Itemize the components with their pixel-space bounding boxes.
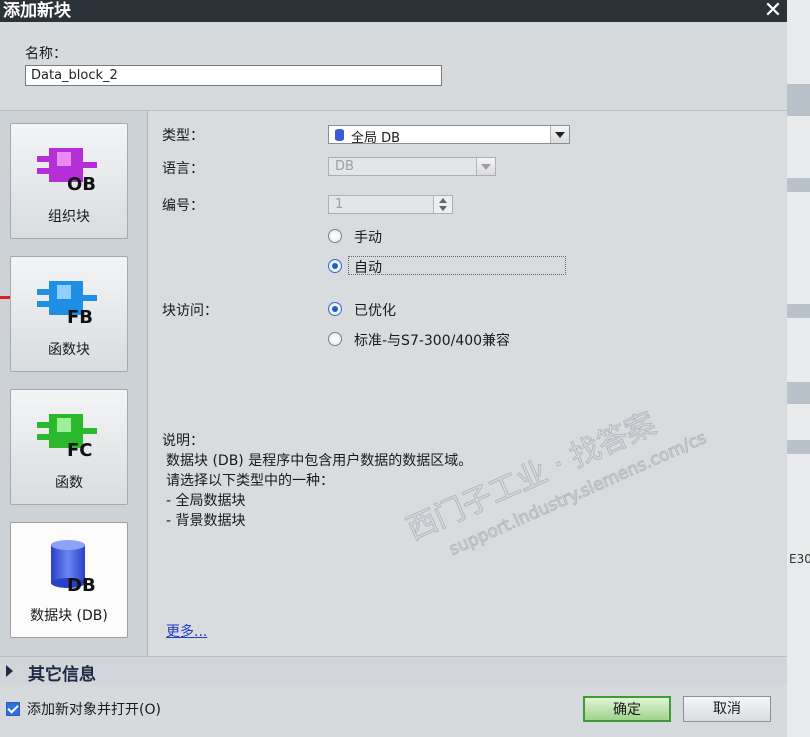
number-auto-radio[interactable] [328, 259, 342, 273]
block-type-fb-label: 函数块 [48, 342, 90, 358]
add-and-open-checkbox[interactable] [6, 702, 20, 716]
fb-badge: FB [67, 307, 93, 328]
cancel-button[interactable]: 取消 [683, 696, 771, 722]
access-label: 块访问： [162, 303, 218, 319]
access-optimized-radio[interactable] [328, 302, 342, 316]
name-label: 名称： [25, 46, 67, 62]
chevron-down-icon[interactable] [550, 126, 569, 143]
title-bar[interactable]: 添加新块 ✕ [0, 0, 787, 23]
number-stepper: 1 [328, 195, 453, 214]
block-type-db-label: 数据块 (DB) [30, 608, 108, 624]
description-block: 说明： 数据块 (DB) 是程序中包含用户数据的数据区域。 请选择以下类型中的一… [162, 431, 473, 531]
fc-badge: FC [67, 440, 93, 461]
access-standard-label: 标准-与S7-300/400兼容 [354, 333, 511, 349]
number-auto-label: 自动 [354, 260, 382, 276]
name-section: 名称： [0, 22, 787, 110]
other-info-expander[interactable]: 其它信息 [0, 656, 787, 686]
background-strip-text: E30 [789, 552, 810, 566]
fb-block-icon: FB [37, 281, 97, 328]
add-and-open-label[interactable]: 添加新对象并打开(O) [27, 699, 161, 719]
number-manual-label: 手动 [354, 230, 382, 246]
fc-block-icon: FC [37, 414, 97, 461]
number-label: 编号： [162, 198, 204, 214]
other-info-label: 其它信息 [28, 665, 96, 685]
background-band [787, 304, 810, 318]
block-type-ob-button[interactable]: OB 组织块 [10, 123, 128, 239]
background-band [787, 382, 810, 404]
language-label: 语言： [162, 161, 204, 177]
ok-button[interactable]: 确定 [583, 696, 671, 722]
background-band [787, 178, 810, 192]
language-value: DB [335, 159, 354, 174]
description-line: - 全局数据块 [166, 493, 246, 509]
type-value: 全局 DB [351, 131, 401, 146]
more-link[interactable]: 更多... [166, 621, 207, 641]
spinner-arrows-icon [433, 196, 452, 213]
block-type-fb-button[interactable]: FB 函数块 [10, 256, 128, 372]
access-optimized-label: 已优化 [354, 303, 396, 319]
access-standard-radio[interactable] [328, 332, 342, 346]
expand-triangle-icon[interactable] [6, 665, 13, 677]
name-input[interactable] [25, 65, 442, 86]
db-cylinder-icon: DB [51, 540, 96, 595]
add-new-block-dialog: 添加新块 ✕ 名称： OB 组织块 [0, 0, 787, 737]
description-line: 请选择以下类型中的一种： [166, 473, 334, 489]
block-type-db-button[interactable]: DB 数据块 (DB) [10, 522, 128, 638]
db-small-icon [335, 129, 344, 141]
watermark-line2: support.industry.siemens.com/cs [446, 428, 710, 560]
background-band [787, 440, 810, 454]
ob-block-icon: OB [37, 148, 97, 195]
language-select: DB [328, 157, 496, 176]
number-value: 1 [335, 197, 344, 212]
block-type-fc-button[interactable]: FC 函数 [10, 389, 128, 505]
description-label: 说明： [162, 433, 204, 449]
block-type-ob-label: 组织块 [48, 209, 90, 225]
type-label: 类型： [162, 128, 204, 144]
number-manual-radio[interactable] [328, 229, 342, 243]
ob-badge: OB [67, 174, 96, 195]
chevron-down-icon [476, 158, 495, 175]
block-type-fc-label: 函数 [55, 475, 83, 491]
block-type-list: OB 组织块 FB 函数块 FC 函数 DB 数据块 (DB) [0, 110, 147, 657]
description-line: 数据块 (DB) 是程序中包含用户数据的数据区域。 [166, 453, 473, 469]
block-properties-pane: 类型： 全局 DB 语言： DB 编号： 1 手动 自动 块访问： 已优化 标准… [148, 110, 787, 657]
dialog-title: 添加新块 [3, 1, 71, 21]
dialog-footer: 添加新对象并打开(O) 确定 取消 [0, 685, 787, 737]
type-select[interactable]: 全局 DB [328, 125, 570, 146]
description-line: - 背景数据块 [166, 513, 246, 529]
close-icon[interactable]: ✕ [760, 0, 786, 22]
background-band [787, 84, 810, 116]
background-window-strip: E30 [787, 0, 810, 737]
db-badge: DB [67, 575, 96, 595]
